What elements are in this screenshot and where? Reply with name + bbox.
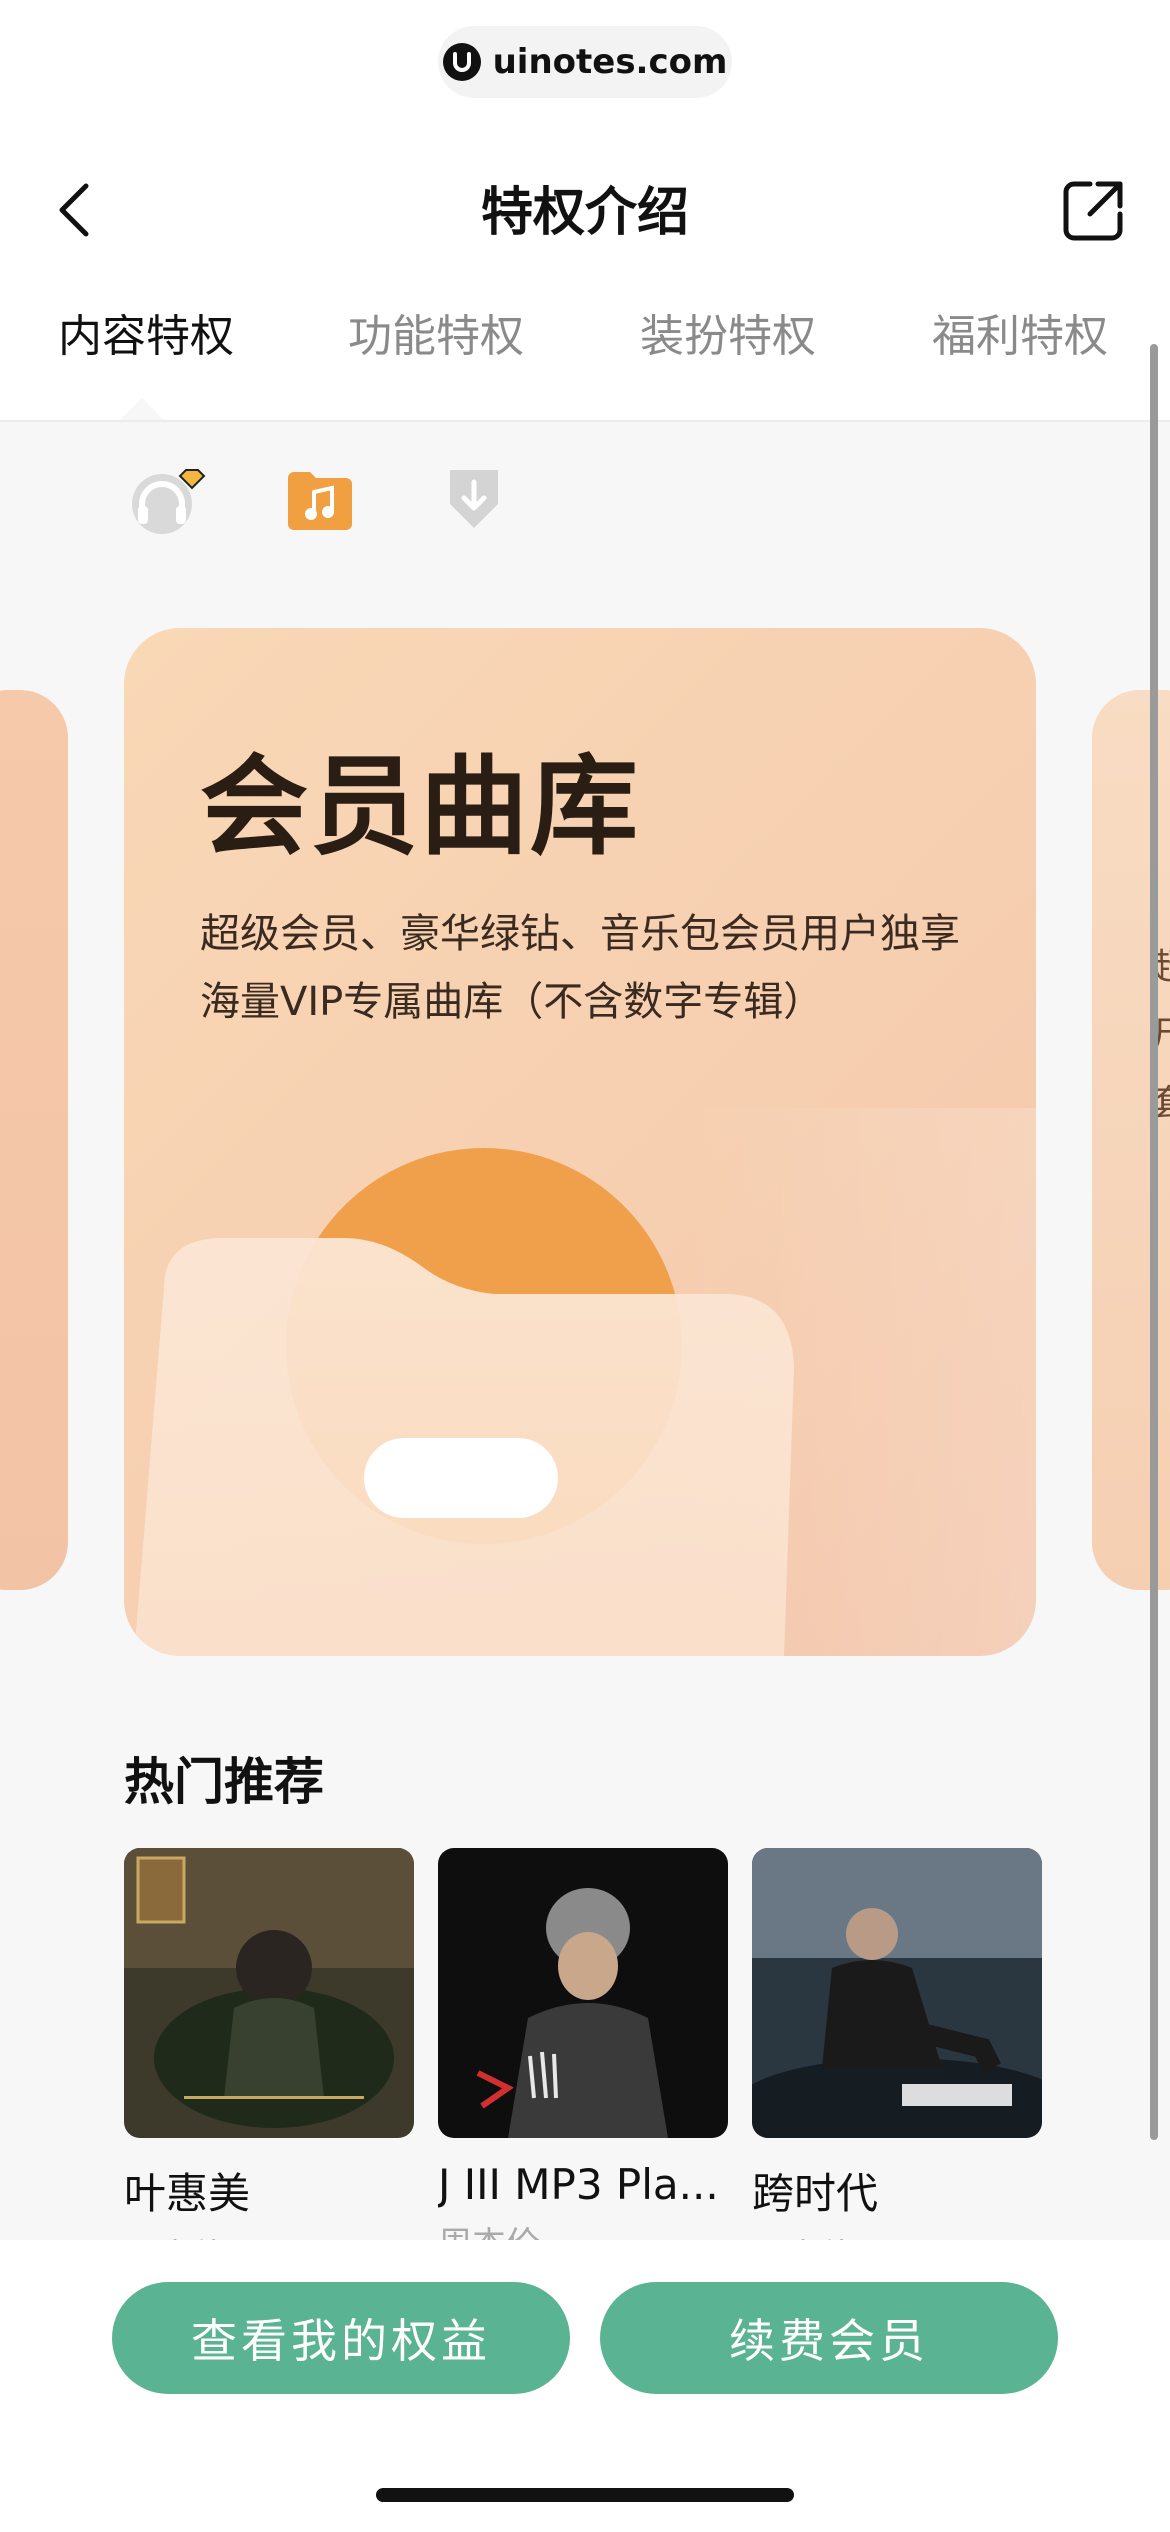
renew-membership-button[interactable]: 续费会员 [600,2282,1058,2394]
album-cover[interactable] [124,1848,414,2138]
album-cover[interactable] [752,1848,1042,2138]
scrollbar[interactable] [1150,344,1158,2140]
tab-decoration-privilege[interactable]: 装扮特权 [640,300,816,364]
home-indicator[interactable] [376,2488,794,2502]
carousel-card-previous[interactable] [0,690,68,1590]
share-button[interactable] [1060,176,1128,244]
tab-welfare-privilege[interactable]: 福利特权 [932,300,1108,364]
album-title: J III MP3 Pla... [438,2160,719,2209]
album-title: 叶惠美 [124,2169,251,2218]
album-item[interactable]: 叶惠美 周杰伦 [124,1848,414,2278]
privilege-icon-row [0,462,1170,542]
page-title: 特权介绍 [480,183,689,243]
carousel-card-next[interactable]: 超 尺 套 [1092,690,1170,1590]
download-icon[interactable] [438,462,510,534]
privilege-tabs: 内容特权 功能特权 装扮特权 福利特权 [0,290,1170,400]
card-title: 会员曲库 [200,745,641,870]
share-external-icon [1063,181,1123,241]
album-item[interactable]: J III MP3 Pla... 周杰伦 [438,1848,728,2266]
uinotes-logo-icon [442,43,481,81]
album-title: 跨时代 [752,2169,879,2218]
url-bar[interactable]: uinotes.com [438,26,732,98]
album-item[interactable]: 跨时代 周杰伦 [752,1848,1042,2278]
music-folder-illustration [134,1108,1036,1656]
view-my-benefits-button[interactable]: 查看我的权益 [112,2282,570,2394]
headphones-vip-icon[interactable] [126,462,206,534]
tabs-divider [0,420,1170,422]
url-domain: uinotes.com [492,42,728,82]
hot-recommendations-title: 热门推荐 [124,1753,324,1811]
active-tab-indicator [120,398,164,420]
privilege-card-member-library[interactable]: 会员曲库 超级会员、豪华绿钻、音乐包会员用户独享海量VIP专属曲库（不含数字专辑… [124,628,1036,1656]
tab-content-privilege[interactable]: 内容特权 [58,300,234,364]
music-folder-icon[interactable] [284,462,356,534]
album-list: 叶惠美 周杰伦 J III MP3 Pla... 周杰伦 [124,1848,1124,2277]
header: 特权介绍 [0,150,1170,270]
tab-function-privilege[interactable]: 功能特权 [348,300,524,364]
album-cover[interactable] [438,1848,728,2138]
card-description: 超级会员、豪华绿钻、音乐包会员用户独享海量VIP专属曲库（不含数字专辑） [200,911,960,1025]
